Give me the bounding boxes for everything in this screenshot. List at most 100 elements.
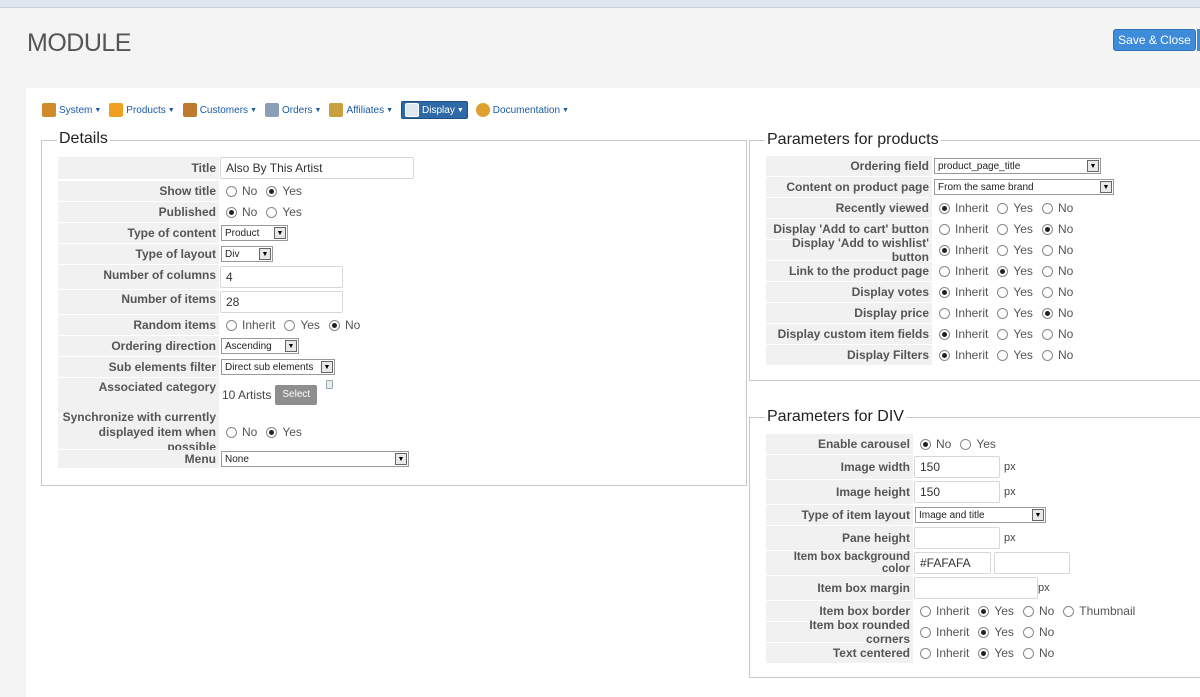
radio-label: No xyxy=(1057,222,1074,236)
carousel-no-radio[interactable] xyxy=(920,438,931,450)
sync-no-radio[interactable] xyxy=(226,426,237,438)
bg-color-swatch[interactable] xyxy=(994,552,1070,574)
border-thumbnail-radio[interactable] xyxy=(1063,605,1075,617)
box-margin-input[interactable] xyxy=(914,577,1038,599)
published-yes-radio[interactable] xyxy=(266,206,278,218)
select-value: product_page_title xyxy=(938,160,1021,172)
price-yes-radio[interactable] xyxy=(997,307,1009,319)
item-layout-select[interactable]: Image and title ▼ xyxy=(915,507,1046,523)
sync-yes-radio[interactable] xyxy=(266,426,278,438)
filters-no-radio[interactable] xyxy=(1041,349,1053,361)
show-title-yes-radio[interactable] xyxy=(266,185,278,197)
random-yes-radio[interactable] xyxy=(284,319,296,331)
label-link-product: Link to the product page xyxy=(766,261,932,281)
recently-viewed-inherit-radio[interactable] xyxy=(939,202,950,214)
row-num-items: Number of items 28 xyxy=(58,290,343,314)
centered-yes-radio[interactable] xyxy=(978,647,990,659)
carousel-yes-radio[interactable] xyxy=(960,438,972,450)
filters-inherit-radio[interactable] xyxy=(939,349,950,361)
title-input[interactable]: Also By This Artist xyxy=(220,157,414,179)
pane-height-input[interactable] xyxy=(914,527,1000,549)
image-height-input[interactable]: 150 xyxy=(914,481,1000,503)
select-category-button[interactable]: Select xyxy=(275,385,318,405)
menu-customers[interactable]: Customers ▼ xyxy=(182,101,257,119)
add-cart-no-radio[interactable] xyxy=(1041,223,1053,235)
radio-label: No xyxy=(1057,201,1074,215)
menu-system[interactable]: System ▼ xyxy=(42,101,101,119)
rounded-inherit-radio[interactable] xyxy=(920,626,931,638)
radio-label: Inherit xyxy=(955,201,989,215)
border-no-radio[interactable] xyxy=(1022,605,1034,617)
border-inherit-radio[interactable] xyxy=(920,605,931,617)
custom-fields-inherit-radio[interactable] xyxy=(939,328,950,340)
rounded-yes-radio[interactable] xyxy=(978,626,990,638)
chevron-down-icon: ▼ xyxy=(1032,509,1044,521)
link-product-yes-radio[interactable] xyxy=(997,265,1009,277)
image-width-input[interactable]: 150 xyxy=(914,456,1000,478)
custom-fields-no-radio[interactable] xyxy=(1041,328,1053,340)
menu-label: Products xyxy=(126,104,166,116)
add-cart-inherit-radio[interactable] xyxy=(939,223,950,235)
menu-display[interactable]: Display ▼ xyxy=(401,101,468,119)
type-content-select[interactable]: Product ▼ xyxy=(221,225,288,241)
ordering-field-select[interactable]: product_page_title ▼ xyxy=(934,158,1101,174)
random-inherit-radio[interactable] xyxy=(226,319,237,331)
menu-affiliates[interactable]: Affiliates ▼ xyxy=(329,101,393,119)
type-layout-select[interactable]: Div ▼ xyxy=(221,246,273,262)
save-close-button[interactable]: Save & Close xyxy=(1113,29,1196,51)
row-num-columns: Number of columns 4 xyxy=(58,265,343,289)
published-no-radio[interactable] xyxy=(226,206,237,218)
bg-color-input[interactable]: #FAFAFA xyxy=(914,552,991,574)
products-icon xyxy=(109,103,124,117)
radio-label: No xyxy=(344,318,361,332)
centered-inherit-radio[interactable] xyxy=(920,647,931,659)
votes-inherit-radio[interactable] xyxy=(939,286,950,298)
orders-icon xyxy=(264,103,279,117)
radio-label: Yes xyxy=(1013,306,1033,320)
ordering-direction-select[interactable]: Ascending ▼ xyxy=(221,338,299,354)
select-value: None xyxy=(225,453,249,465)
add-wishlist-inherit-radio[interactable] xyxy=(939,244,950,256)
row-recently-viewed: Recently viewed Inherit Yes No xyxy=(766,198,1079,218)
recently-viewed-no-radio[interactable] xyxy=(1041,202,1053,214)
label-random-items: Random items xyxy=(58,315,219,335)
radio-label: No xyxy=(242,425,258,439)
filters-yes-radio[interactable] xyxy=(997,349,1009,361)
menu-label: System xyxy=(59,104,93,116)
row-display-price: Display price Inherit Yes No xyxy=(766,303,1079,323)
votes-no-radio[interactable] xyxy=(1041,286,1053,298)
menu-products[interactable]: Products ▼ xyxy=(109,101,175,119)
price-no-radio[interactable] xyxy=(1041,307,1053,319)
label-recently-viewed: Recently viewed xyxy=(766,198,932,218)
add-wishlist-no-radio[interactable] xyxy=(1041,244,1053,256)
num-items-input[interactable]: 28 xyxy=(220,291,343,313)
content-product-page-select[interactable]: From the same brand ▼ xyxy=(934,179,1114,195)
label-text-centered: Text centered xyxy=(766,643,913,663)
label-display-price: Display price xyxy=(766,303,932,323)
radio-label: No xyxy=(242,184,258,198)
row-title: Title Also By This Artist xyxy=(58,157,414,179)
link-product-inherit-radio[interactable] xyxy=(939,265,950,277)
radio-label: Yes xyxy=(1013,222,1033,236)
radio-label: No xyxy=(1057,327,1074,341)
menu-select[interactable]: None ▼ xyxy=(221,451,409,467)
add-cart-yes-radio[interactable] xyxy=(997,223,1009,235)
delete-icon[interactable] xyxy=(326,380,334,389)
radio-label: Yes xyxy=(282,184,302,198)
num-columns-input[interactable]: 4 xyxy=(220,266,343,288)
link-product-no-radio[interactable] xyxy=(1041,265,1053,277)
menu-documentation[interactable]: Documentation ▼ xyxy=(475,101,569,119)
add-wishlist-yes-radio[interactable] xyxy=(997,244,1009,256)
rounded-no-radio[interactable] xyxy=(1022,626,1034,638)
custom-fields-yes-radio[interactable] xyxy=(997,328,1009,340)
price-inherit-radio[interactable] xyxy=(939,307,950,319)
sub-filter-select[interactable]: Direct sub elements ▼ xyxy=(221,359,335,375)
menu-orders[interactable]: Orders ▼ xyxy=(264,101,321,119)
random-no-radio[interactable] xyxy=(328,319,340,331)
row-sub-filter: Sub elements filter Direct sub elements ▼ xyxy=(58,357,335,377)
recently-viewed-yes-radio[interactable] xyxy=(997,202,1009,214)
border-yes-radio[interactable] xyxy=(978,605,990,617)
centered-no-radio[interactable] xyxy=(1022,647,1034,659)
votes-yes-radio[interactable] xyxy=(997,286,1009,298)
show-title-no-radio[interactable] xyxy=(226,185,237,197)
